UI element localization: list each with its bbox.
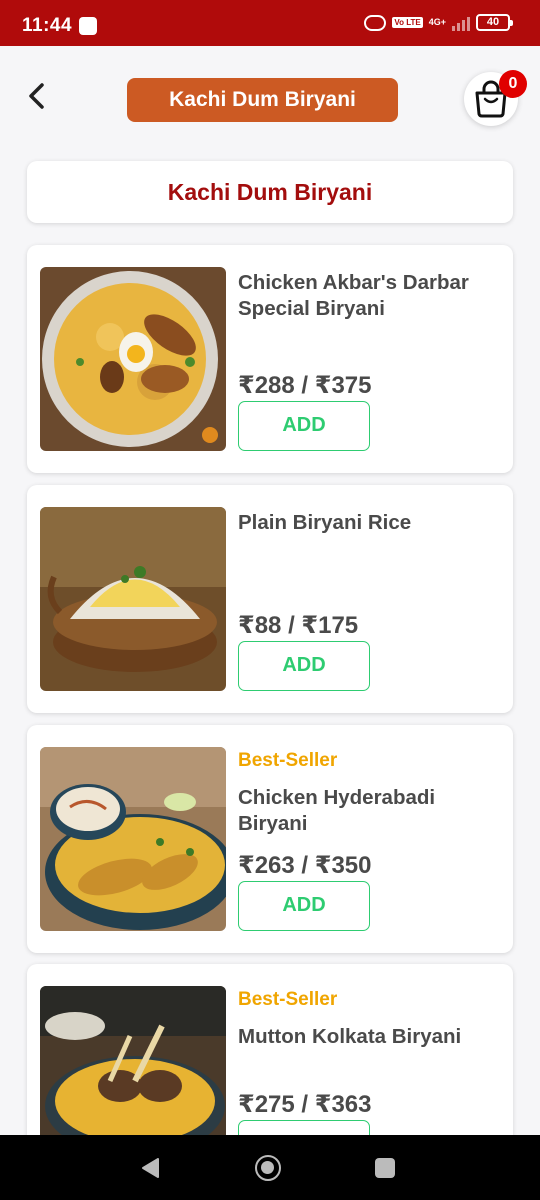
item-image [40, 267, 226, 451]
battery-icon: 40 [476, 14, 513, 31]
page-title: Kachi Dum Biryani [127, 78, 398, 122]
notification-icon [79, 17, 97, 35]
item-name: Plain Biryani Rice [238, 511, 412, 534]
item-price: ₹88 / ₹175 [238, 612, 359, 639]
status-bar: 11:44 Vo LTE 4G+ 40 [0, 0, 540, 46]
item-name: Chicken Akbar's Darbar Special Biryani [238, 271, 469, 320]
menu-item-card: Chicken Akbar's Darbar Special Biryani ₹… [27, 245, 513, 473]
cart-count-badge: 0 [499, 70, 527, 98]
item-price: ₹288 / ₹375 [238, 372, 372, 399]
volte-label: Vo LTE [392, 17, 423, 28]
chevron-left-icon [29, 83, 44, 109]
add-button[interactable]: ADD [238, 641, 370, 691]
add-button[interactable]: ADD [238, 401, 370, 451]
status-indicators: Vo LTE 4G+ 40 [364, 14, 513, 31]
hotspot-icon [364, 14, 387, 31]
item-price: ₹263 / ₹350 [238, 852, 372, 879]
item-price: ₹275 / ₹363 [238, 1091, 372, 1118]
signal-icon [452, 15, 470, 31]
app-header: Kachi Dum Biryani 0 [0, 46, 540, 156]
square-recents-icon[interactable] [375, 1158, 395, 1178]
item-name: Mutton Kolkata Biryani [238, 1025, 462, 1048]
best-seller-badge: Best-Seller [238, 750, 338, 771]
add-button[interactable]: ADD [238, 881, 370, 931]
menu-item-card: Best-Seller Chicken Hyderabadi Biryani ₹… [27, 725, 513, 953]
triangle-back-icon[interactable] [140, 1157, 160, 1179]
item-name: Chicken Hyderabadi Biryani [238, 786, 436, 835]
item-image [40, 747, 226, 931]
menu-item-card: Plain Biryani Rice ₹88 / ₹175 ADD [27, 485, 513, 713]
best-seller-badge: Best-Seller [238, 989, 338, 1010]
back-button[interactable] [20, 76, 56, 116]
category-title: Kachi Dum Biryani [27, 161, 513, 223]
network-type-label: 4G+ [428, 17, 446, 27]
circle-home-icon[interactable] [255, 1155, 281, 1181]
status-time: 11:44 [22, 15, 73, 36]
system-nav-bar [0, 1135, 540, 1200]
item-image [40, 507, 226, 691]
